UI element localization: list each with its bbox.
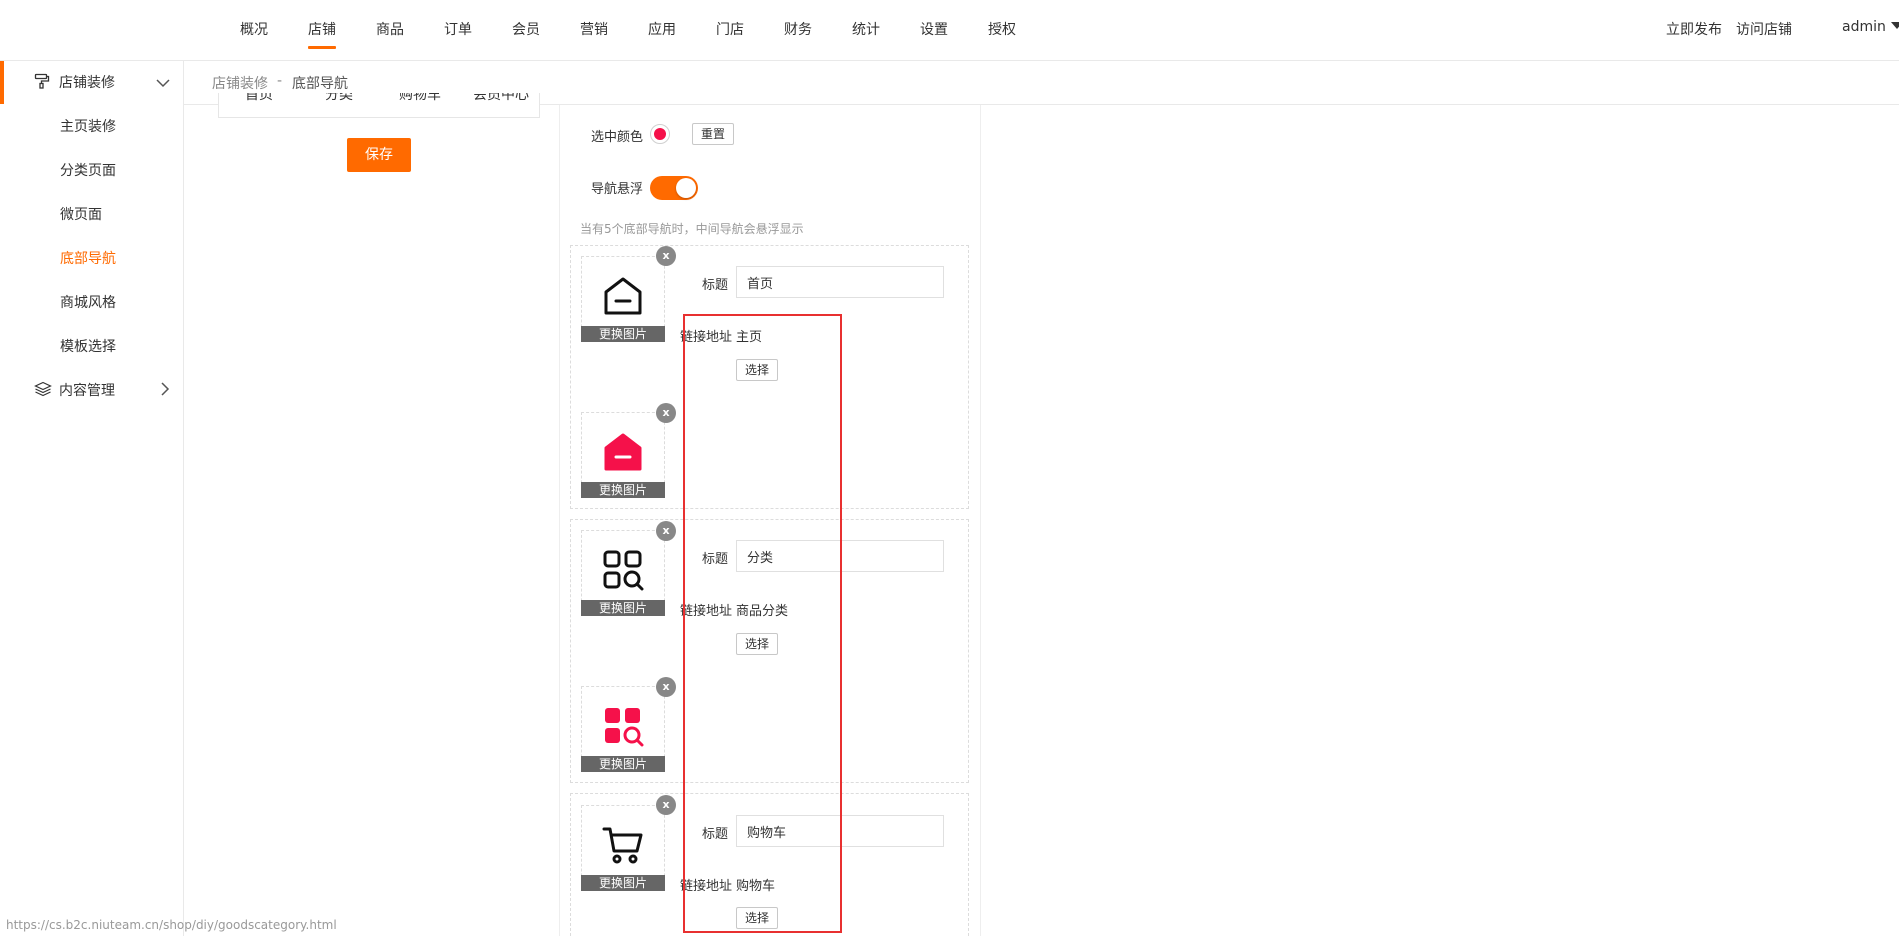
- chevron-right-icon[interactable]: [160, 382, 170, 396]
- layers-icon: [34, 381, 52, 397]
- link-value: 主页: [736, 330, 763, 345]
- title-input[interactable]: [736, 266, 944, 298]
- delete-image-close-icon[interactable]: x: [656, 521, 676, 541]
- cart-outline-icon: [602, 827, 643, 864]
- selected-color-picker[interactable]: [650, 124, 670, 144]
- toggle-knob: [676, 178, 696, 198]
- nav-goods[interactable]: 商品: [376, 19, 404, 39]
- save-button[interactable]: 保存: [347, 138, 411, 172]
- nav-statistics[interactable]: 统计: [852, 19, 880, 39]
- caret-down-icon: [1890, 22, 1899, 29]
- default-image-slot[interactable]: 更换图片: [581, 530, 665, 616]
- delete-image-close-icon[interactable]: x: [656, 795, 676, 815]
- sidebar-item-category-page[interactable]: 分类页面: [60, 160, 116, 180]
- reset-color-button[interactable]: 重置: [692, 123, 735, 145]
- nav-members[interactable]: 会员: [512, 19, 540, 39]
- visit-store-link[interactable]: 访问店铺: [1736, 19, 1792, 39]
- selected-color-label: 选中颜色: [591, 130, 644, 145]
- preview-tab-home[interactable]: 首页: [245, 93, 273, 104]
- title-label: 标题: [702, 827, 729, 842]
- sidebar-group-label: 店铺装修: [59, 75, 115, 91]
- breadcrumb-parent[interactable]: 店铺装修: [212, 73, 268, 93]
- delete-image-close-icon[interactable]: x: [656, 403, 676, 423]
- nav-store[interactable]: 店铺: [308, 19, 336, 39]
- replace-image-button[interactable]: 更换图片: [581, 482, 665, 498]
- nav-overview[interactable]: 概况: [240, 19, 268, 39]
- sidebar-active-accent: [0, 61, 4, 104]
- phone-preview-panel: [184, 105, 560, 936]
- link-value: 购物车: [736, 879, 776, 894]
- sidebar: [0, 61, 184, 936]
- category-outline-icon: [603, 550, 644, 591]
- top-navigation-bar: 概况 店铺 商品 订单 会员 营销 应用 门店 财务 统计 设置 授权 立即发布…: [0, 0, 1899, 61]
- select-link-button[interactable]: 选择: [736, 359, 779, 381]
- chevron-down-icon[interactable]: [156, 78, 170, 88]
- selected-image-slot[interactable]: 更换图片: [581, 686, 665, 772]
- nav-orders[interactable]: 订单: [444, 19, 472, 39]
- nav-finance[interactable]: 财务: [784, 19, 812, 39]
- preview-bottom-tabbar: 首页 分类 购物车 会员中心: [218, 93, 540, 118]
- home-outline-icon: [604, 277, 642, 315]
- category-filled-icon: [605, 708, 644, 747]
- sidebar-item-bottom-navigation[interactable]: 底部导航: [60, 248, 116, 268]
- nav-marketing[interactable]: 营销: [580, 19, 608, 39]
- publish-now-link[interactable]: 立即发布: [1666, 19, 1722, 39]
- default-image-slot[interactable]: 更换图片: [581, 256, 665, 342]
- home-filled-icon: [604, 433, 642, 471]
- default-image-slot[interactable]: 更换图片: [581, 805, 665, 891]
- title-label: 标题: [702, 278, 729, 293]
- float-nav-toggle[interactable]: [650, 176, 698, 200]
- nav-authorization[interactable]: 授权: [988, 19, 1016, 39]
- title-input[interactable]: [736, 815, 944, 847]
- link-label: 链接地址: [680, 330, 733, 345]
- replace-image-button[interactable]: 更换图片: [581, 600, 665, 616]
- title-input[interactable]: [736, 540, 944, 572]
- float-nav-label: 导航悬浮: [591, 182, 644, 197]
- sidebar-group-label: 内容管理: [59, 383, 115, 399]
- selected-image-slot[interactable]: 更换图片: [581, 412, 665, 498]
- breadcrumb-current: 底部导航: [292, 76, 348, 92]
- status-bar-url: https://cs.b2c.niuteam.cn/shop/diy/goods…: [6, 918, 337, 932]
- replace-image-button[interactable]: 更换图片: [581, 756, 665, 772]
- sidebar-item-template-select[interactable]: 模板选择: [60, 336, 116, 356]
- breadcrumb-separator: -: [277, 73, 283, 89]
- selected-color-swatch: [654, 128, 666, 140]
- sidebar-item-home-decoration[interactable]: 主页装修: [60, 116, 116, 136]
- sidebar-item-micro-page[interactable]: 微页面: [60, 204, 102, 224]
- nav-active-indicator: [308, 46, 336, 49]
- sidebar-item-mall-style[interactable]: 商城风格: [60, 292, 116, 312]
- select-link-button[interactable]: 选择: [736, 633, 779, 655]
- paint-roller-icon: [34, 73, 50, 89]
- user-name: admin: [1842, 19, 1886, 35]
- nav-apps[interactable]: 应用: [648, 19, 676, 39]
- preview-tab-member[interactable]: 会员中心: [473, 93, 529, 104]
- preview-tab-category[interactable]: 分类: [325, 93, 353, 104]
- title-label: 标题: [702, 552, 729, 567]
- select-link-button[interactable]: 选择: [736, 907, 779, 929]
- user-menu[interactable]: admin: [1842, 19, 1899, 35]
- link-value: 商品分类: [736, 604, 789, 619]
- nav-settings[interactable]: 设置: [920, 19, 948, 39]
- link-label: 链接地址: [680, 879, 733, 894]
- float-nav-hint: 当有5个底部导航时，中间导航会悬浮显示: [580, 222, 804, 236]
- replace-image-button[interactable]: 更换图片: [581, 326, 665, 342]
- link-label: 链接地址: [680, 604, 733, 619]
- replace-image-button[interactable]: 更换图片: [581, 875, 665, 891]
- delete-image-close-icon[interactable]: x: [656, 246, 676, 266]
- preview-tab-cart[interactable]: 购物车: [399, 93, 441, 104]
- delete-image-close-icon[interactable]: x: [656, 677, 676, 697]
- nav-stores[interactable]: 门店: [716, 19, 744, 39]
